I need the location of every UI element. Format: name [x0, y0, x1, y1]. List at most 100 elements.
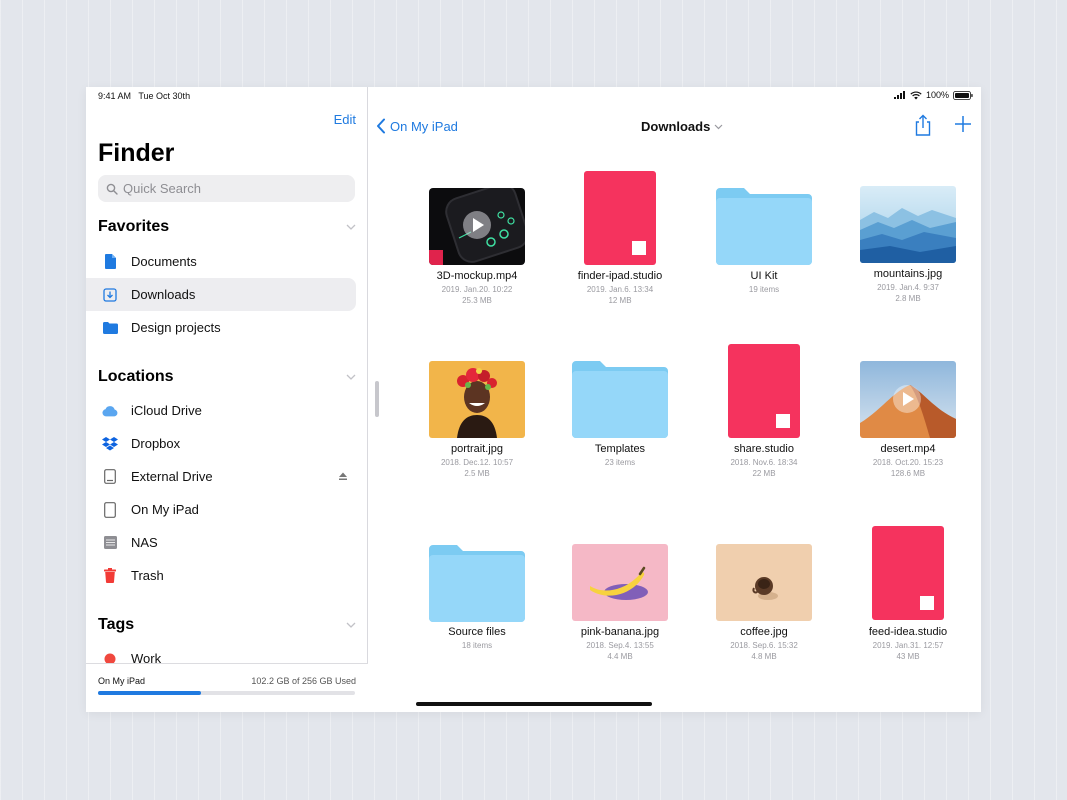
file-name: portrait.jpg [451, 443, 503, 455]
downloads-icon [102, 287, 118, 303]
file-name: feed-idea.studio [868, 626, 948, 638]
file-thumbnail [860, 186, 956, 263]
folder-title-label: Downloads [641, 119, 711, 134]
dropbox-icon [102, 436, 118, 452]
sidebar-item-icloud-drive[interactable]: iCloud Drive [86, 394, 356, 427]
sidebar-item-external-drive[interactable]: External Drive [86, 460, 356, 493]
search-box[interactable] [98, 175, 355, 202]
folder-title[interactable]: Downloads [641, 119, 723, 134]
tags-label: Tags [98, 616, 135, 633]
folder-item[interactable]: Templates 23 items [555, 342, 685, 482]
file-size: 12 MB [608, 296, 632, 305]
nas-icon [102, 535, 118, 551]
folder-name: Templates [594, 443, 646, 455]
chevron-down-icon[interactable] [346, 620, 356, 630]
folder-item[interactable]: UI Kit 19 items [699, 169, 829, 309]
file-thumbnail [860, 361, 956, 438]
studio-file-icon [584, 171, 656, 265]
chevron-down-icon[interactable] [346, 372, 356, 382]
sidebar-item-design-projects[interactable]: Design projects [86, 311, 356, 344]
file-size: 25.3 MB [462, 296, 492, 305]
search-input[interactable] [123, 181, 343, 196]
file-item[interactable]: portrait.jpg 2018. Dec.12. 10:57 2.5 MB [412, 342, 542, 482]
file-item[interactable]: feed-idea.studio 2019. Jan.31. 12:57 43 … [843, 526, 973, 666]
home-indicator[interactable] [416, 702, 652, 706]
folder-item[interactable]: Source files 18 items [412, 526, 542, 666]
search-icon [106, 183, 118, 195]
sidebar-item-label: Documents [131, 254, 197, 269]
icloud-icon [102, 403, 118, 419]
status-date: Tue Oct 30th [138, 91, 191, 101]
folder-name: UI Kit [750, 270, 778, 282]
file-item[interactable]: finder-ipad.studio 2019. Jan.6. 13:34 12… [555, 169, 685, 309]
file-thumbnail [572, 544, 668, 621]
document-icon [102, 254, 118, 270]
chevron-down-icon[interactable] [346, 222, 356, 232]
eject-icon[interactable] [338, 471, 348, 481]
file-size: 22 MB [752, 469, 776, 478]
sidebar-item-nas[interactable]: NAS [86, 526, 356, 559]
file-item[interactable]: 3D-mockup.mp4 2019. Jan.20. 10:22 25.3 M… [412, 169, 542, 309]
file-size: 2.8 MB [895, 294, 921, 303]
folder-item-count: 18 items [461, 641, 493, 650]
ipad-screen: 9:41 AM Tue Oct 30th Edit Finder Favorit… [86, 87, 981, 712]
sidebar-item-downloads[interactable]: Downloads [86, 278, 356, 311]
chevron-down-icon [714, 124, 723, 129]
sidebar-item-label: Dropbox [131, 436, 181, 451]
battery-icon [953, 90, 973, 100]
share-icon[interactable] [913, 114, 933, 136]
file-item[interactable]: coffee.jpg 2018. Sep.6. 15:32 4.8 MB [699, 526, 829, 666]
file-date: 2019. Jan.31. 12:57 [872, 641, 944, 650]
trash-icon [102, 568, 118, 584]
file-item[interactable]: desert.mp4 2018. Oct.20. 15:23 128.6 MB [843, 342, 973, 482]
folder-icon [429, 545, 525, 622]
file-name: mountains.jpg [873, 268, 943, 280]
wifi-icon [910, 90, 922, 99]
battery-percent: 100% [925, 90, 949, 100]
file-date: 2018. Dec.12. 10:57 [440, 458, 514, 467]
file-thumbnail [429, 361, 525, 438]
file-thumbnail [429, 188, 525, 265]
tags-header[interactable]: Tags [98, 616, 356, 634]
file-size: 43 MB [896, 652, 920, 661]
file-item[interactable]: mountains.jpg 2019. Jan.4. 9:37 2.8 MB [843, 169, 973, 309]
file-date: 2019. Jan.6. 13:34 [586, 285, 654, 294]
file-name: 3D-mockup.mp4 [436, 270, 518, 282]
file-name: finder-ipad.studio [577, 270, 663, 282]
file-date: 2018. Nov.6. 18:34 [730, 458, 798, 467]
sidebar-item-trash[interactable]: Trash [86, 559, 356, 592]
storage-progress-bar [98, 691, 355, 695]
sidebar-item-dropbox[interactable]: Dropbox [86, 427, 356, 460]
file-item[interactable]: share.studio 2018. Nov.6. 18:34 22 MB [699, 342, 829, 482]
locations-header[interactable]: Locations [98, 368, 356, 386]
edit-button[interactable]: Edit [334, 112, 356, 127]
file-date: 2018. Sep.6. 15:32 [730, 641, 798, 650]
file-item[interactable]: pink-banana.jpg 2018. Sep.4. 13:55 4.4 M… [555, 526, 685, 666]
favorites-label: Favorites [98, 218, 170, 235]
sidebar-item-label: NAS [131, 535, 158, 550]
storage-progress-fill [98, 691, 201, 695]
locations-label: Locations [98, 368, 174, 385]
sidebar-title: Finder [98, 139, 175, 167]
folder-item-count: 23 items [604, 458, 636, 467]
favorites-header[interactable]: Favorites [98, 218, 356, 236]
sidebar-item-on-my-ipad[interactable]: On My iPad [86, 493, 356, 526]
file-size: 4.4 MB [607, 652, 633, 661]
sidebar-item-documents[interactable]: Documents [86, 245, 356, 278]
add-icon[interactable] [954, 115, 972, 133]
file-name: coffee.jpg [740, 626, 788, 638]
storage-usage-label: 102.2 GB of 256 GB Used [251, 676, 356, 686]
folder-icon [716, 188, 812, 265]
sidebar: 9:41 AM Tue Oct 30th Edit Finder Favorit… [86, 87, 368, 712]
sidebar-item-label: iCloud Drive [131, 403, 202, 418]
file-size: 4.8 MB [751, 652, 777, 661]
sidebar-item-label: On My iPad [131, 502, 199, 517]
folder-icon [102, 320, 118, 336]
studio-file-icon [728, 344, 800, 438]
file-date: 2018. Sep.4. 13:55 [586, 641, 654, 650]
back-button[interactable]: On My iPad [376, 118, 458, 134]
status-time-date: 9:41 AM Tue Oct 30th [98, 91, 190, 101]
folder-item-count: 19 items [748, 285, 780, 294]
file-name: share.studio [734, 443, 794, 455]
folder-name: Source files [448, 626, 506, 638]
